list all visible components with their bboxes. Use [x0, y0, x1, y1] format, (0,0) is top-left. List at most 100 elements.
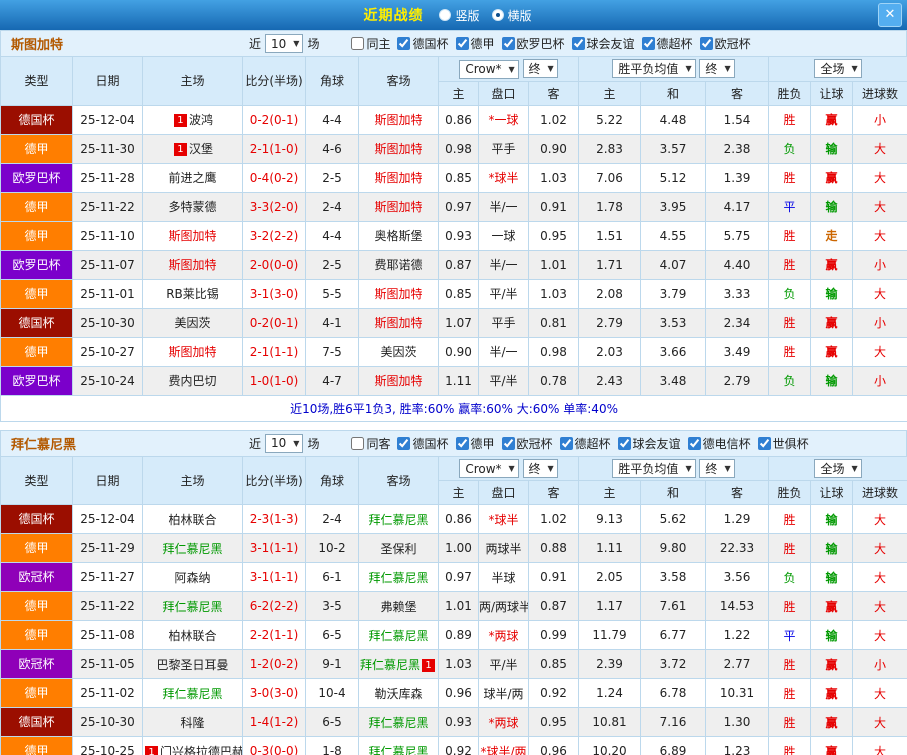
euro-home-odds: 2.83	[579, 134, 641, 163]
close-icon[interactable]: ✕	[878, 3, 902, 27]
league-filter-checkbox[interactable]	[502, 37, 515, 50]
league-filter-option[interactable]: 德甲	[456, 435, 495, 452]
league-filter-option[interactable]: 欧罗巴杯	[502, 35, 565, 52]
euro-avg-dropdown[interactable]: 胜平负均值▼	[612, 459, 695, 478]
asian-handicap: *球半	[479, 163, 529, 192]
league-type: 德国杯	[1, 105, 73, 134]
league-filter-label: 欧罗巴杯	[517, 35, 565, 52]
league-filter-checkbox[interactable]	[618, 437, 631, 450]
league-filter-checkbox[interactable]	[456, 37, 469, 50]
score: 6-2(2-2)	[243, 592, 306, 621]
home-team: 拜仁慕尼黑	[143, 534, 243, 563]
euro-home-odds: 10.81	[579, 708, 641, 737]
goals-result: 小	[853, 308, 907, 337]
score: 2-1(1-1)	[243, 337, 306, 366]
win-loss-result: 胜	[769, 650, 811, 679]
layout-horizontal-option[interactable]: 横版	[492, 7, 532, 24]
euro-away-odds: 14.53	[706, 592, 769, 621]
asian-home-odds: 0.86	[439, 505, 479, 534]
asian-away-odds: 0.85	[529, 650, 579, 679]
league-badge: 德甲	[1, 280, 72, 308]
league-filter-list: 同客德国杯德甲欧冠杯德超杯球会友谊德电信杯世俱杯	[351, 435, 815, 452]
league-filter-option[interactable]: 球会友谊	[618, 435, 681, 452]
bookmaker-dropdown[interactable]: Crow*▼	[459, 459, 518, 478]
league-filter-checkbox[interactable]	[351, 437, 364, 450]
euro-draw-odds: 3.79	[641, 279, 706, 308]
euro-draw-odds: 5.62	[641, 505, 706, 534]
match-count-dropdown[interactable]: 10▼	[265, 434, 303, 453]
league-filter-checkbox[interactable]	[688, 437, 701, 450]
asian-handicap: 半/一	[479, 337, 529, 366]
topbar: 近期战绩 竖版 横版 ✕	[0, 0, 907, 30]
fulltime-dropdown[interactable]: 全场▼	[814, 459, 861, 478]
col-goals: 进球数	[853, 81, 907, 105]
final-odds-dropdown[interactable]: 终▼	[523, 59, 558, 78]
asian-away-odds: 0.98	[529, 337, 579, 366]
asian-handicap: *两球	[479, 708, 529, 737]
team-name: 斯图加特	[1, 34, 249, 53]
euro-final-dropdown[interactable]: 终▼	[699, 459, 734, 478]
league-filter-checkbox[interactable]	[502, 437, 515, 450]
bookmaker-dropdown[interactable]: Crow*▼	[459, 60, 518, 79]
league-filter-option[interactable]: 德国杯	[397, 35, 448, 52]
euro-home-odds: 2.39	[579, 650, 641, 679]
league-type: 德甲	[1, 337, 73, 366]
league-filter-checkbox[interactable]	[560, 437, 573, 450]
asian-handicap: *球半/两	[479, 737, 529, 755]
corners: 3-5	[306, 592, 359, 621]
league-filter-option[interactable]: 球会友谊	[572, 35, 635, 52]
home-team: 1门兴格拉德巴赫	[143, 737, 243, 755]
filter-row: 拜仁慕尼黑 近 10▼ 场 同客德国杯德甲欧冠杯德超杯球会友谊德电信杯世俱杯	[0, 430, 907, 456]
league-badge: 欧罗巴杯	[1, 251, 72, 279]
league-filter-checkbox[interactable]	[572, 37, 585, 50]
score: 1-4(1-2)	[243, 708, 306, 737]
league-filter-option[interactable]: 德国杯	[397, 435, 448, 452]
league-filter-checkbox[interactable]	[700, 37, 713, 50]
league-type: 德甲	[1, 737, 73, 755]
league-filter-option[interactable]: 欧冠杯	[700, 35, 751, 52]
league-filter-checkbox[interactable]	[642, 37, 655, 50]
euro-avg-dropdown[interactable]: 胜平负均值▼	[612, 59, 695, 78]
match-date: 25-10-27	[73, 337, 143, 366]
league-filter-option[interactable]: 同主	[351, 35, 390, 52]
away-team: 奥格斯堡	[359, 221, 439, 250]
final-odds-dropdown[interactable]: 终▼	[523, 459, 558, 478]
away-team: 斯图加特	[359, 308, 439, 337]
layout-vertical-option[interactable]: 竖版	[439, 7, 479, 24]
league-filter-option[interactable]: 世俱杯	[758, 435, 809, 452]
league-filter-option[interactable]: 德超杯	[642, 35, 693, 52]
league-filter-checkbox[interactable]	[758, 437, 771, 450]
asian-away-odds: 0.90	[529, 134, 579, 163]
league-filter-option[interactable]: 德电信杯	[688, 435, 751, 452]
radio-selected-icon[interactable]	[492, 9, 504, 21]
asian-home-odds: 0.93	[439, 221, 479, 250]
fulltime-dropdown[interactable]: 全场▼	[814, 59, 861, 78]
match-row: 欧冠杯25-11-05巴黎圣日耳曼1-2(0-2)9-1拜仁慕尼黑11.03平/…	[1, 650, 907, 679]
euro-final-dropdown[interactable]: 终▼	[699, 59, 734, 78]
league-filter-option[interactable]: 欧冠杯	[502, 435, 553, 452]
league-filter-option[interactable]: 同客	[351, 435, 390, 452]
radio-icon[interactable]	[439, 9, 451, 21]
chevron-down-icon: ▼	[293, 439, 299, 448]
league-filter-checkbox[interactable]	[397, 437, 410, 450]
match-count-dropdown[interactable]: 10▼	[265, 34, 303, 53]
league-filter-checkbox[interactable]	[351, 37, 364, 50]
match-date: 25-12-04	[73, 105, 143, 134]
match-date: 25-10-30	[73, 308, 143, 337]
euro-draw-odds: 4.48	[641, 105, 706, 134]
league-badge: 欧罗巴杯	[1, 367, 72, 395]
euro-away-odds: 4.17	[706, 192, 769, 221]
league-filter-option[interactable]: 德超杯	[560, 435, 611, 452]
handicap-result: 输	[811, 534, 853, 563]
league-filter-checkbox[interactable]	[397, 37, 410, 50]
home-team: 柏林联合	[143, 621, 243, 650]
layout-horizontal-label: 横版	[508, 7, 532, 24]
euro-draw-odds: 3.53	[641, 308, 706, 337]
corners: 2-5	[306, 163, 359, 192]
league-filter-checkbox[interactable]	[456, 437, 469, 450]
league-badge: 欧冠杯	[1, 563, 72, 591]
league-filter-option[interactable]: 德甲	[456, 35, 495, 52]
corners: 6-1	[306, 563, 359, 592]
asian-away-odds: 1.02	[529, 105, 579, 134]
away-team: 拜仁慕尼黑	[359, 563, 439, 592]
